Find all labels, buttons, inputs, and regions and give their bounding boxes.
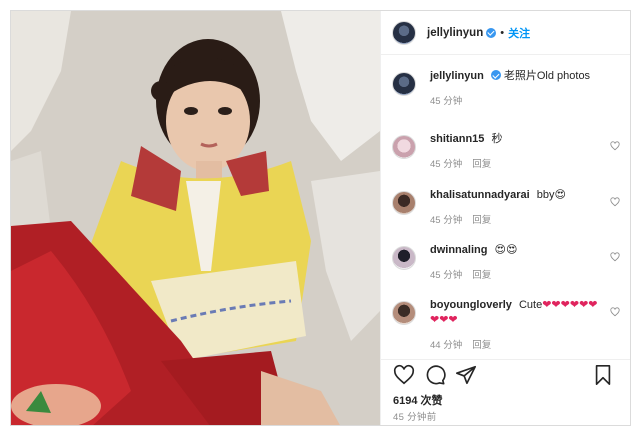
caption-text: 老照片Old photos [503,70,591,82]
reply-button[interactable]: 回复 [472,159,491,170]
comment-text: bby😍 [536,189,566,201]
like-button[interactable] [393,364,415,386]
commenter-avatar[interactable] [392,191,416,215]
old-photo-image [11,11,380,425]
comment-icon [426,364,446,385]
verified-badge-icon [490,70,501,80]
comment-item: boyoungloverly Cute❤❤❤❤❤❤❤❤❤ 44 分钟 回复 [381,298,630,359]
comment-text: 😍😍 [494,244,518,256]
like-count[interactable]: 6194 次赞 [393,392,443,408]
caption-avatar[interactable] [392,72,416,96]
comment-time[interactable]: 45 分钟 [430,215,462,226]
heart-icon [393,364,415,384]
caption: jellylinyun 老照片Old photos 45 分钟 [381,69,630,132]
share-icon [456,365,476,384]
post-actions [381,359,630,389]
verified-badge-icon [486,27,497,38]
bookmark-icon [595,365,611,385]
separator-dot: • [500,26,505,39]
post-timestamp[interactable]: 45 分钟前 [393,409,437,423]
post-photo[interactable] [11,11,380,425]
comments-list[interactable]: jellylinyun 老照片Old photos 45 分钟 shitiann… [381,56,630,359]
comment-text: 秒 [491,133,503,145]
reply-button[interactable]: 回复 [472,340,491,351]
comment-item: shitiann15 秒 45 分钟 回复 [381,132,630,188]
instagram-post: jellylinyun • 关注 jellylinyun 老照片Old phot… [10,10,631,426]
caption-username[interactable]: jellylinyun [430,70,484,82]
comment-username[interactable]: dwinnaling [430,244,487,256]
heart-icon[interactable] [610,197,620,207]
comment-time[interactable]: 45 分钟 [430,159,462,170]
comment-button[interactable] [424,364,446,386]
follow-button[interactable]: 关注 [508,25,530,41]
comment-text: Cute [518,299,543,311]
comment-item: dwinnaling 😍😍 45 分钟 回复 [381,243,630,298]
reply-button[interactable]: 回复 [472,215,491,226]
caption-time[interactable]: 45 分钟 [430,96,462,107]
comment-username[interactable]: boyoungloverly [430,299,512,311]
post-header: jellylinyun • 关注 [381,11,630,55]
heart-icon[interactable] [610,141,620,151]
author-avatar[interactable] [392,20,416,45]
comment-item: khalisatunnadyarai bby😍 45 分钟 回复 [381,188,630,243]
share-button[interactable] [455,364,477,386]
comment-time[interactable]: 44 分钟 [430,340,462,351]
save-button[interactable] [592,364,614,386]
commenter-avatar[interactable] [392,135,416,159]
heart-icon[interactable] [610,307,620,317]
comment-username[interactable]: khalisatunnadyarai [430,189,530,201]
post-sidebar: jellylinyun • 关注 jellylinyun 老照片Old phot… [380,11,630,425]
heart-icon[interactable] [610,252,620,262]
comment-time[interactable]: 45 分钟 [430,270,462,281]
comment-username[interactable]: shitiann15 [430,133,484,145]
author-username[interactable]: jellylinyun [427,27,483,39]
commenter-avatar[interactable] [392,246,416,270]
reply-button[interactable]: 回复 [472,270,491,281]
commenter-avatar[interactable] [392,301,416,325]
